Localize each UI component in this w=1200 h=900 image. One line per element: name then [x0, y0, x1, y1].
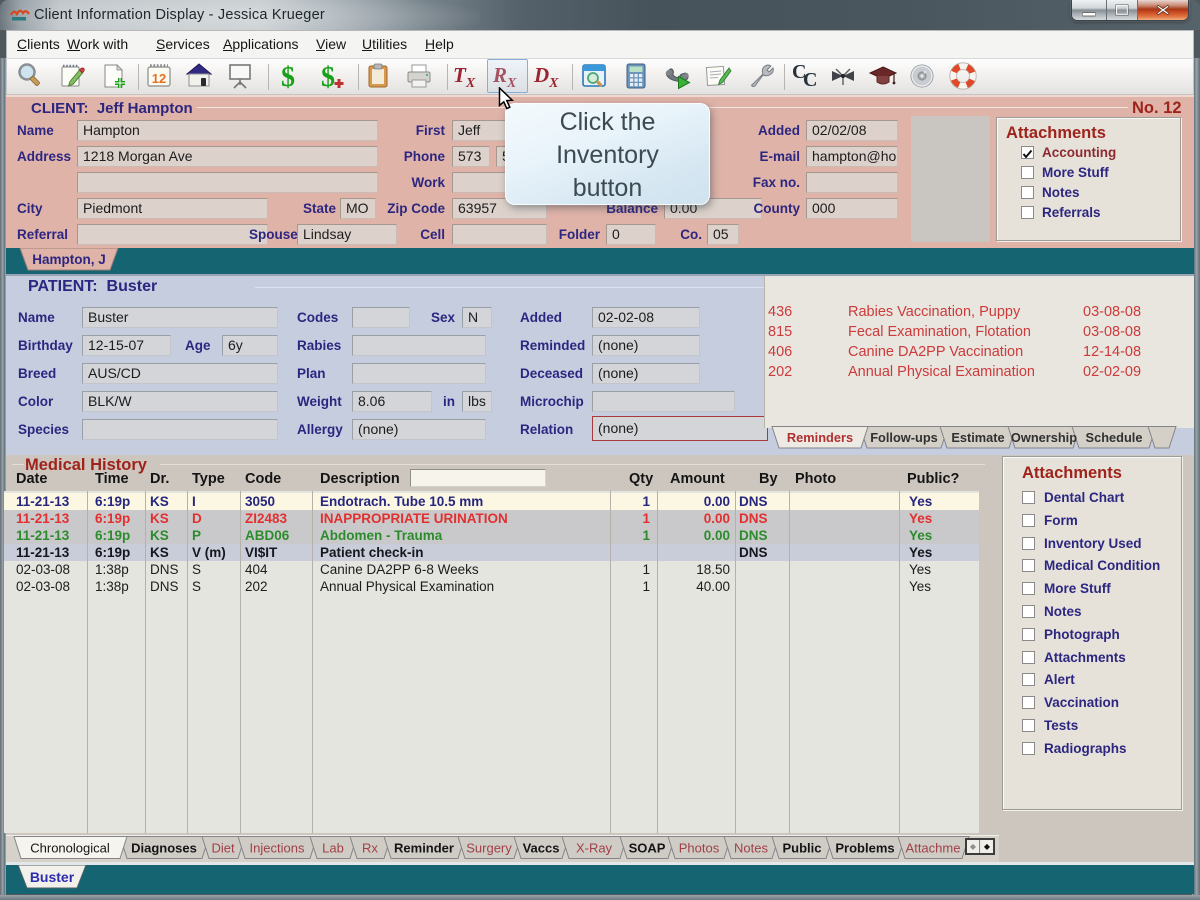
- svg-text:Schedule: Schedule: [1086, 430, 1143, 445]
- svg-text:X-Ray: X-Ray: [576, 841, 613, 856]
- svg-text:Injections: Injections: [250, 841, 305, 856]
- svg-text:Notes: Notes: [734, 841, 768, 856]
- svg-text:Follow-ups: Follow-ups: [870, 430, 938, 445]
- svg-text:Surgery: Surgery: [466, 841, 512, 856]
- svg-text:Diagnoses: Diagnoses: [131, 841, 197, 856]
- svg-text:Estimate: Estimate: [951, 430, 1004, 445]
- svg-text:Lab: Lab: [322, 841, 344, 856]
- svg-text:Vaccs: Vaccs: [523, 841, 560, 856]
- svg-text:Rx: Rx: [362, 841, 378, 856]
- svg-text:Chronological: Chronological: [30, 841, 110, 856]
- svg-text:Public: Public: [782, 841, 821, 856]
- svg-text:Problems: Problems: [835, 841, 894, 856]
- svg-text:Buster: Buster: [30, 869, 75, 885]
- svg-text:Reminder: Reminder: [394, 841, 454, 856]
- svg-text:Photos: Photos: [679, 841, 720, 856]
- svg-text:Diet: Diet: [211, 841, 235, 856]
- svg-text:SOAP: SOAP: [629, 841, 666, 856]
- svg-text:Ownership: Ownership: [1011, 430, 1077, 445]
- svg-text:Hampton, J: Hampton, J: [32, 252, 106, 267]
- svg-text:Reminders: Reminders: [787, 430, 853, 445]
- svg-text:Attachme: Attachme: [906, 841, 961, 856]
